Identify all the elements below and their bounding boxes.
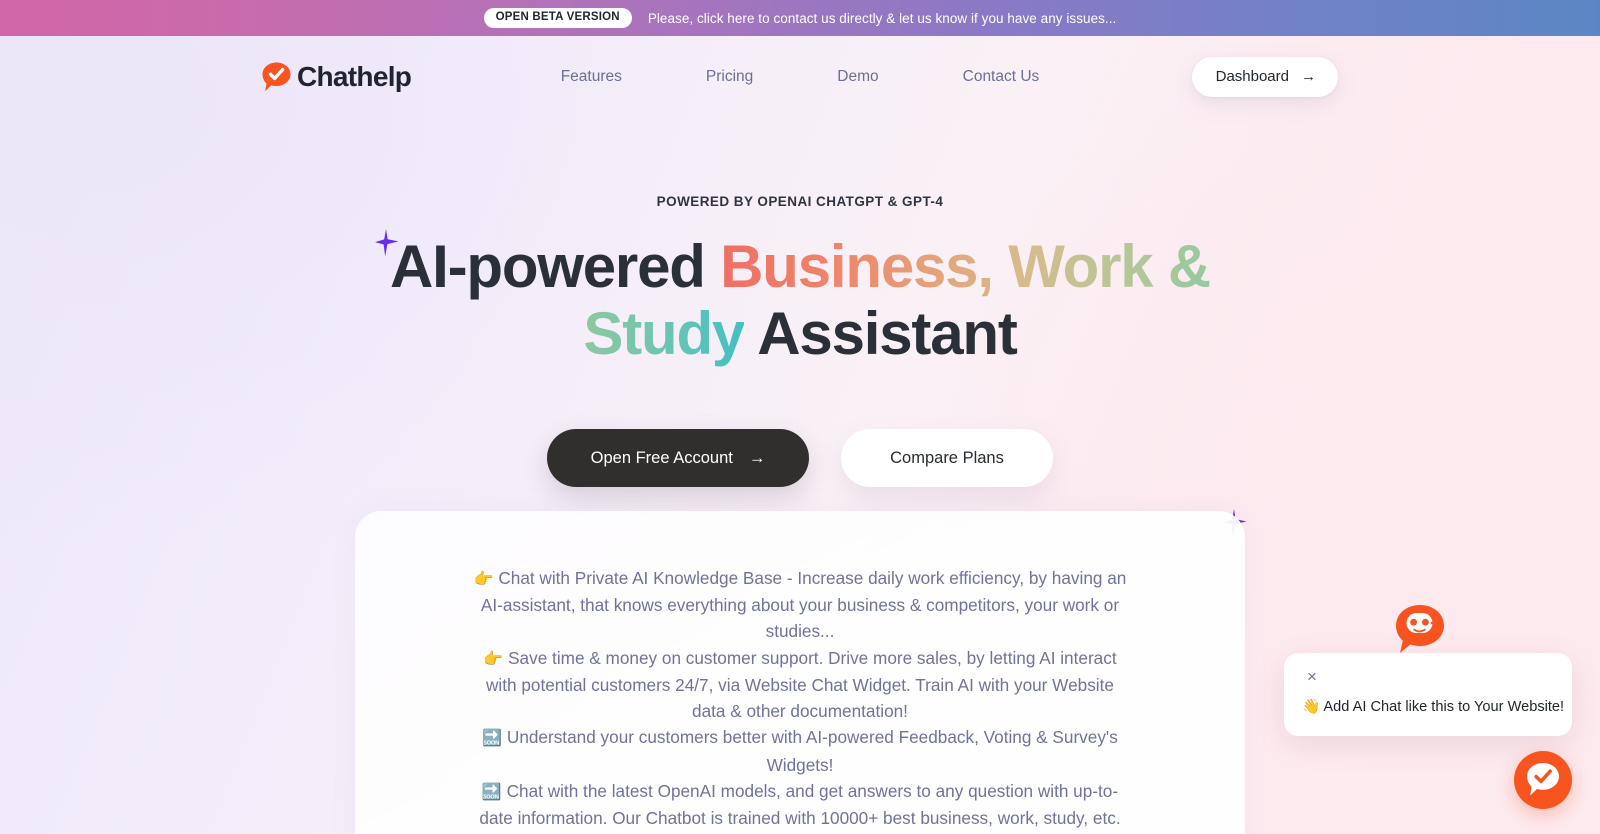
robot-speech-bubble-icon xyxy=(1391,601,1449,659)
hero-eyebrow: POWERED BY OPENAI CHATGPT & GPT-4 xyxy=(656,194,944,209)
compare-plans-button[interactable]: Compare Plans xyxy=(841,429,1053,488)
hero-title: AI-powered Business, Work & Study Assist… xyxy=(390,233,1211,368)
feature-list: 👉 Chat with Private AI Knowledge Base - … xyxy=(355,511,1245,834)
banner-message[interactable]: Please, click here to contact us directl… xyxy=(648,11,1117,26)
nav-item-pricing[interactable]: Pricing xyxy=(706,68,753,86)
open-free-account-button[interactable]: Open Free Account → xyxy=(547,429,809,488)
close-icon[interactable]: × xyxy=(1302,667,1322,687)
main-navigation: Features Pricing Demo Contact Us xyxy=(0,68,1600,86)
feature-item-text: Chat with Private AI Knowledge Base - In… xyxy=(480,568,1127,642)
chat-launcher-button[interactable] xyxy=(1514,751,1572,809)
soon-badge-emoji: 🔜 xyxy=(482,730,503,748)
open-free-account-label: Open Free Account xyxy=(590,448,733,467)
site-header: Chathelp Features Pricing Demo Contact U… xyxy=(0,36,1600,118)
hero-section: POWERED BY OPENAI CHATGPT & GPT-4 AI-pow… xyxy=(0,118,1600,488)
feature-item: 🔜 Chat with the latest OpenAI models, an… xyxy=(470,778,1130,834)
feature-highlights-card: 👉 Chat with Private AI Knowledge Base - … xyxy=(355,511,1245,834)
hero-title-part-3: Study xyxy=(583,300,745,368)
pointing-finger-emoji: 👉 xyxy=(473,571,494,588)
feature-item: 👉 Chat with Private AI Knowledge Base - … xyxy=(470,565,1130,645)
pointing-finger-emoji: 👉 xyxy=(483,650,504,668)
feature-item-text: Save time & money on customer support. D… xyxy=(486,647,1117,722)
arrow-right-icon: → xyxy=(748,448,766,467)
dashboard-button-label: Dashboard xyxy=(1215,68,1289,85)
soon-badge-emoji: 🔜 xyxy=(481,783,502,801)
nav-item-features[interactable]: Features xyxy=(561,68,622,86)
arrow-right-icon: → xyxy=(1301,68,1316,85)
hero-title-part-2: Business, Work & xyxy=(720,233,1211,300)
feature-item-text: Chat with the latest OpenAI models, and … xyxy=(479,780,1121,828)
hero-title-part-1: AI-powered xyxy=(390,233,721,300)
feature-item-text: Understand your customers better with AI… xyxy=(506,727,1118,775)
chat-invite-message: 👋 Add AI Chat like this to Your Website! xyxy=(1302,699,1565,716)
hero-cta-row: Open Free Account → Compare Plans xyxy=(0,429,1600,488)
top-announcement-banner[interactable]: OPEN BETA VERSION Please, click here to … xyxy=(0,0,1600,36)
compare-plans-label: Compare Plans xyxy=(890,448,1004,467)
chat-check-icon xyxy=(1524,760,1562,801)
feature-item: 👉 Save time & money on customer support.… xyxy=(470,645,1130,725)
nav-item-demo[interactable]: Demo xyxy=(837,68,878,86)
beta-version-badge: OPEN BETA VERSION xyxy=(483,7,632,29)
hero-title-part-4: Assistant xyxy=(744,300,1018,368)
dashboard-button[interactable]: Dashboard → xyxy=(1191,57,1338,97)
nav-item-contact-us[interactable]: Contact Us xyxy=(963,68,1040,86)
chat-invite-card: × 👋 Add AI Chat like this to Your Websit… xyxy=(1284,652,1572,736)
page-root: OPEN BETA VERSION Please, click here to … xyxy=(0,0,1600,834)
feature-item: 🔜 Understand your customers better with … xyxy=(470,724,1130,777)
